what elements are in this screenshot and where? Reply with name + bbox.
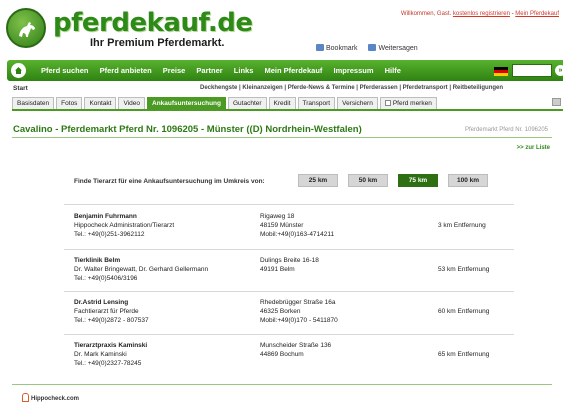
nav-item-pferd-suchen[interactable]: Pferd suchen [41, 66, 89, 75]
envelope-icon [368, 44, 377, 51]
tab-kredit[interactable]: Kredit [268, 97, 296, 109]
nav-item-pferd-anbieten[interactable]: Pferd anbieten [100, 66, 152, 75]
bookmark-icon [316, 44, 324, 51]
print-icon[interactable] [552, 98, 561, 106]
welcome-text: Willkommen, Gast. [400, 11, 452, 17]
sub-navigation: Start Deckhengste | Kleinanzeigen | Pfer… [0, 83, 563, 95]
search-input[interactable] [512, 64, 552, 77]
welcome-bar: Willkommen, Gast. kostenlos registrieren… [401, 11, 559, 17]
tab-underline [12, 109, 563, 111]
site-logo[interactable]: pferdekauf.de [53, 9, 253, 37]
radius-50-button[interactable]: 50 km [348, 174, 388, 187]
bookmark-bar: Bookmark Weitersagen [316, 44, 427, 52]
bookmark-button[interactable]: Bookmark [316, 44, 359, 52]
result-divider [64, 249, 514, 250]
title-divider [12, 137, 552, 138]
bookmark-label: Bookmark [326, 45, 358, 52]
vet-city: 46325 Borken [260, 308, 301, 315]
recommend-button[interactable]: Weitersagen [368, 44, 418, 52]
vet-title: Fachtierarzt für Pferde [74, 308, 139, 315]
my-account-link[interactable]: Mein Pferdekauf [515, 11, 559, 17]
vet-distance: 65 km Entfernung [438, 351, 490, 358]
nav-item-partner[interactable]: Partner [196, 66, 222, 75]
checkbox-icon [384, 100, 391, 106]
nav-items: Pferd suchen Pferd anbieten Preise Partn… [41, 66, 410, 75]
vet-distance: 53 km Entfernung [438, 266, 490, 273]
home-button[interactable] [11, 63, 26, 78]
vet-street: Dulings Breite 16-18 [260, 257, 319, 264]
vet-title: Hippocheck Administration/Tierarzt [74, 222, 175, 229]
main-navigation: Pferd suchen Pferd anbieten Preise Partn… [7, 60, 563, 81]
nav-item-mein-pferdekauf[interactable]: Mein Pferdekauf [264, 66, 322, 75]
vet-street: Rigaweg 18 [260, 213, 295, 220]
hippocheck-logo[interactable]: Hippocheck.com [22, 393, 79, 402]
page-title: Cavalino - Pferdemarkt Pferd Nr. 1096205… [13, 124, 362, 135]
search-go-button[interactable]: » [555, 65, 563, 76]
tab-basisdaten[interactable]: Basisdaten [12, 97, 55, 109]
result-divider [64, 334, 514, 335]
vet-title: Dr. Mark Kaminski [74, 351, 127, 358]
recommend-label: Weitersagen [378, 45, 418, 52]
site-header: pferdekauf.de Ihr Premium Pferdemarkt. W… [0, 0, 563, 60]
vet-phone: Tel.: +49(0)251-3962112 [74, 231, 145, 238]
language-flag-icon[interactable] [494, 67, 508, 76]
hippocheck-logo-text: Hippocheck.com [31, 396, 80, 402]
tab-gutachter[interactable]: Gutachter [227, 97, 267, 109]
register-link[interactable]: kostenlos registrieren [453, 11, 510, 17]
radius-filter-label: Finde Tierarzt für eine Ankaufsuntersuch… [74, 178, 265, 185]
vet-title: Dr. Walter Bringewatt, Dr. Gerhard Gelle… [74, 266, 209, 273]
breadcrumb-start[interactable]: Start [13, 85, 28, 92]
horseshoe-icon [22, 393, 29, 402]
horse-logo-icon[interactable] [6, 8, 46, 48]
radius-25-button[interactable]: 25 km [298, 174, 338, 187]
subnav-links[interactable]: Deckhengste | Kleinanzeigen | Pferde-New… [200, 85, 503, 91]
tab-pferd-merken[interactable]: Pferd merken [379, 97, 437, 109]
result-divider [64, 291, 514, 292]
footer-divider [12, 384, 552, 385]
vet-mobile: Mobil:+49(0)163-4714211 [260, 231, 335, 238]
nav-item-hilfe[interactable]: Hilfe [385, 66, 401, 75]
vet-city: 49191 Belm [260, 266, 295, 273]
result-divider [64, 204, 514, 205]
tab-pferd-merken-label: Pferd merken [392, 100, 432, 107]
nav-item-impressum[interactable]: Impressum [334, 66, 374, 75]
vet-name: Tierarztpraxis Kaminski [74, 342, 148, 349]
home-icon [15, 67, 22, 74]
tab-transport[interactable]: Transport [297, 97, 336, 109]
tab-ankaufsuntersuchung[interactable]: Ankaufsuntersuchung [147, 97, 226, 109]
vet-name: Dr.Astrid Lensing [74, 299, 129, 306]
tab-versichern[interactable]: Versichern [337, 97, 378, 109]
vet-city: 44869 Bochum [260, 351, 304, 358]
vet-name: Tierklinik Belm [74, 257, 121, 264]
radius-100-button[interactable]: 100 km [448, 174, 488, 187]
nav-item-preise[interactable]: Preise [163, 66, 186, 75]
vet-phone: Tel.: +49(0)2327-78245 [74, 360, 142, 367]
site-slogan: Ihr Premium Pferdemarkt. [90, 37, 225, 49]
vet-distance: 60 km Entfernung [438, 308, 490, 315]
vet-distance: 3 km Entfernung [438, 222, 486, 229]
back-to-list-link[interactable]: >> zur Liste [517, 145, 550, 151]
vet-street: Munscheider Straße 136 [260, 342, 332, 349]
vet-street: Rhedebrügger Straße 16a [260, 299, 336, 306]
listing-reference: Pferdemarkt Pferd Nr. 1096205 [464, 127, 548, 133]
tab-fotos[interactable]: Fotos [56, 97, 83, 109]
vet-phone: Tel.: +49(0)5406/3196 [74, 275, 138, 282]
vet-mobile: Mobil:+49(0)170 - 5411870 [260, 317, 338, 324]
tab-kontakt[interactable]: Kontakt [84, 97, 117, 109]
nav-item-links[interactable]: Links [234, 66, 254, 75]
tab-video[interactable]: Video [118, 97, 145, 109]
welcome-separator: - [511, 11, 514, 17]
vet-name: Benjamin Fuhrmann [74, 213, 137, 220]
vet-city: 48159 Münster [260, 222, 304, 229]
radius-75-button[interactable]: 75 km [398, 174, 438, 187]
vet-phone: Tel.: +49(0)2872 - 807537 [74, 317, 149, 324]
